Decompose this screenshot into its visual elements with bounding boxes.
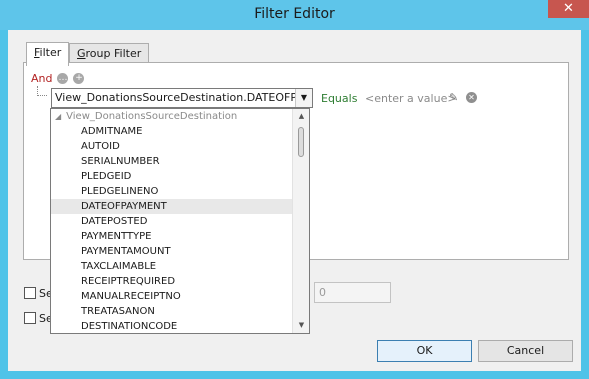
dropdown-item[interactable]: PLEDGELINENO — [51, 184, 292, 199]
dropdown-item[interactable]: DATEPOSTED — [51, 214, 292, 229]
tree-connector — [37, 86, 47, 96]
field-dropdown: ◢ View_DonationsSourceDestination ADMITNA… — [50, 108, 310, 334]
tab-group-filter-label: roup Filter — [85, 47, 142, 60]
field-dropdown-list: ◢ View_DonationsSourceDestination ADMITNA… — [51, 109, 292, 333]
dropdown-item[interactable]: RECEIPTREQUIRED — [51, 274, 292, 289]
dropdown-group-label: View_DonationsSourceDestination — [66, 111, 238, 122]
dropdown-scrollbar[interactable]: ▲ ▼ — [292, 109, 309, 333]
dropdown-item[interactable]: AUTOID — [51, 139, 292, 154]
dropdown-group-header[interactable]: ◢ View_DonationsSourceDestination — [51, 109, 292, 124]
group-operator[interactable]: And — [31, 72, 52, 85]
tab-group-filter-accel: G — [77, 47, 86, 60]
dropdown-item[interactable]: SERIALNUMBER — [51, 154, 292, 169]
remove-condition-icon[interactable]: ✕ — [466, 92, 477, 103]
window-title: Filter Editor — [254, 6, 335, 22]
group-row: And … + — [31, 71, 85, 85]
dropdown-item[interactable]: MANUALRECEIPTNO — [51, 289, 292, 304]
value-placeholder[interactable]: <enter a value> — [365, 92, 457, 105]
close-icon: ✕ — [563, 1, 574, 16]
dropdown-item[interactable]: DATEOFPAYMENT — [51, 199, 292, 214]
scrollbar-thumb[interactable] — [298, 127, 304, 157]
collapse-arrow-icon[interactable]: ◢ — [55, 109, 61, 124]
close-button[interactable]: ✕ — [548, 0, 589, 18]
operator-link[interactable]: Equals — [321, 92, 357, 105]
option-checkbox-2[interactable] — [24, 312, 36, 324]
title-bar: Filter Editor ✕ — [0, 0, 589, 30]
plus-circle-icon[interactable]: + — [73, 72, 85, 84]
dropdown-item[interactable]: PAYMENTAMOUNT — [51, 244, 292, 259]
dropdown-item[interactable]: TAXCLAIMABLE — [51, 259, 292, 274]
dropdown-item[interactable]: ADMITNAME — [51, 124, 292, 139]
dropdown-item[interactable]: PLEDGEID — [51, 169, 292, 184]
field-select-value: View_DonationsSourceDestination.DATEOFPA… — [55, 91, 295, 104]
scroll-down-icon[interactable]: ▼ — [293, 318, 310, 333]
pencil-icon[interactable]: ✎ — [449, 91, 458, 104]
number-input[interactable]: 0 — [314, 282, 391, 303]
ok-button[interactable]: OK — [377, 340, 472, 362]
ellipsis-circle-icon[interactable]: … — [57, 72, 69, 84]
field-select[interactable]: View_DonationsSourceDestination.DATEOFPA… — [51, 88, 313, 108]
tab-filter-label: ilter — [39, 46, 62, 59]
dropdown-item[interactable]: PAYMENTTYPE — [51, 229, 292, 244]
tab-filter[interactable]: Filter — [26, 42, 70, 66]
cancel-button[interactable]: Cancel — [478, 340, 573, 362]
chevron-down-icon[interactable]: ▼ — [295, 89, 312, 107]
dropdown-item[interactable]: TREATASANON — [51, 304, 292, 319]
scroll-up-icon[interactable]: ▲ — [293, 109, 310, 124]
option-checkbox-1[interactable] — [24, 287, 36, 299]
dropdown-item[interactable]: DESTINATIONCODE — [51, 319, 292, 333]
